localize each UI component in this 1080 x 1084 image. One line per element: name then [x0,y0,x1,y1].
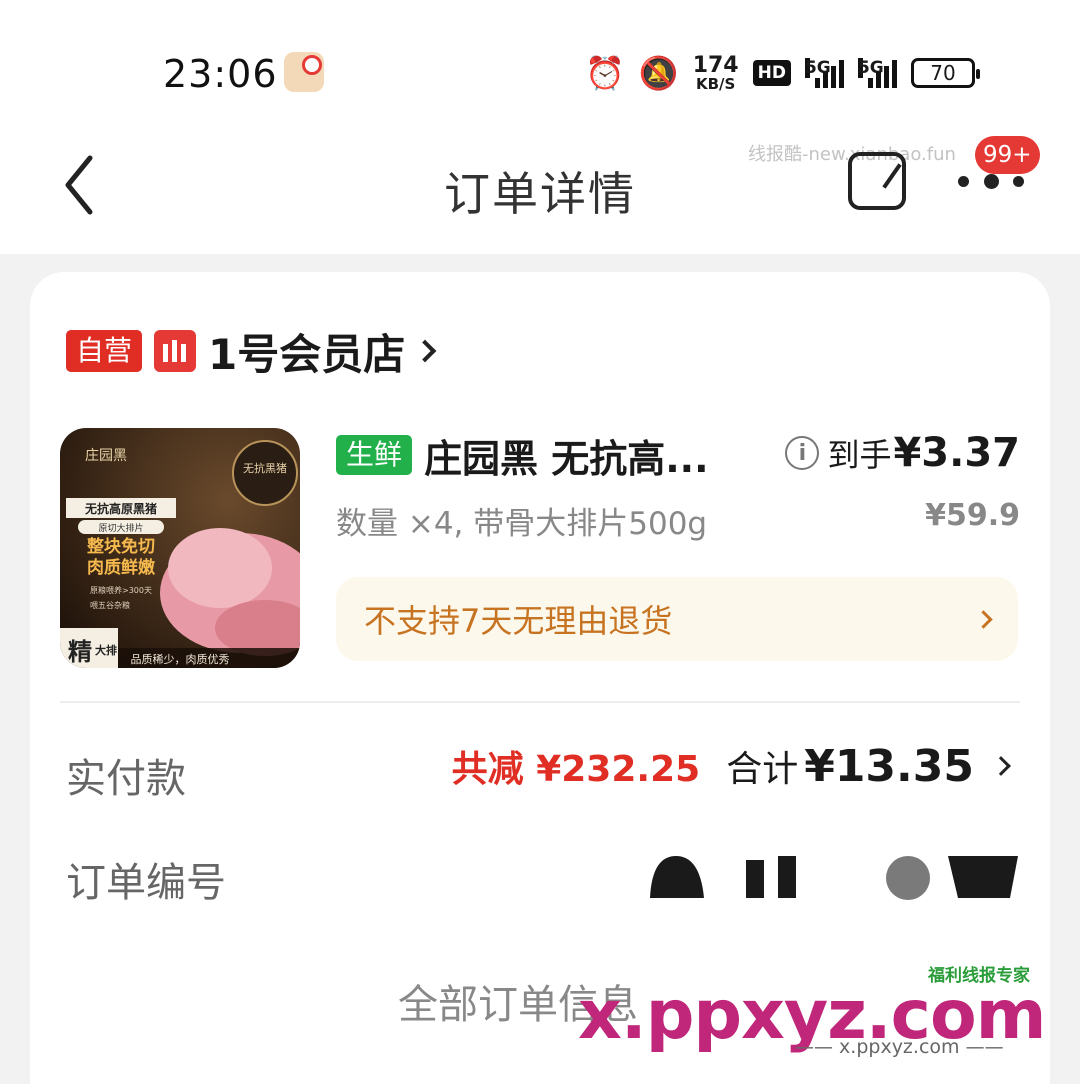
discount-amount: 共减 ¥232.25 [451,749,701,790]
total-amount: ¥13.35 [804,741,974,792]
payment-label: 实付款 [66,756,186,802]
return-policy-text: 不支持7天无理由退货 [364,602,673,640]
payment-summary[interactable]: 共减 ¥232.25 合计 ¥13.35 [451,740,1011,792]
total-label: 合计 [726,749,799,790]
order-card: 自营 1号会员店 无抗黑猪 庄园黑 无抗高原黑猪 原切大排片 整块免切 肉质鲜嫩… [30,272,1050,1084]
status-time: 23:06 [163,52,278,96]
redaction-shapes [650,856,1018,900]
image-line1: 无抗高原黑猪 [84,501,157,516]
final-price[interactable]: i 到手 ¥3.37 [785,428,1020,478]
image-corner-small: 大排 [95,643,117,657]
signal-icon: 5G [804,58,844,88]
final-price-label: 到手 [827,436,892,474]
network-speed-unit: KB/S [695,74,736,93]
hd-icon: HD [752,60,791,86]
image-brand: 庄园黑 [85,447,127,464]
header: 订单详情 线报酷-new.xianbao.fun 99+ [0,130,1080,254]
image-line4: 肉质鲜嫩 [87,557,156,578]
battery-level: 70 [930,61,956,85]
screen: 23:06 ⏰ 🔕 174 KB/S HD 5G 5G 70 订单详情 线报酷-… [0,0,1080,1084]
watermark-url: —— x.ppxyz.com —— [795,1036,1004,1058]
product-image-art: 无抗黑猪 庄园黑 无抗高原黑猪 原切大排片 整块免切 肉质鲜嫩 原粮喂养>300… [60,428,300,668]
product-title-row[interactable]: 生鲜 庄园黑 无抗高... [336,432,709,481]
chevron-right-icon [974,609,993,629]
network-speed: 174 KB/S [692,52,739,93]
network-speed-value: 174 [692,52,739,78]
store-logo-icon [154,330,197,372]
order-number-redacted [618,850,1018,902]
page-title: 订单详情 [444,167,636,221]
more-dot [983,173,999,189]
chevron-right-icon [991,756,1011,776]
image-line5: 原粮喂养>300天 [90,585,152,595]
status-icons: ⏰ 🔕 174 KB/S HD 5G 5G 70 [585,50,980,96]
image-corner-big: 精 [68,638,92,666]
return-policy-notice[interactable]: 不支持7天无理由退货 [336,577,1018,661]
info-icon[interactable]: i [785,436,820,470]
product-image[interactable]: 无抗黑猪 庄园黑 无抗高原黑猪 原切大排片 整块免切 肉质鲜嫩 原粮喂养>300… [60,428,300,668]
signal-icon: 5G [857,58,897,88]
image-footer: 品质稀少，肉质优秀 [131,653,230,666]
share-icon[interactable] [848,152,906,210]
product-title[interactable]: 庄园黑 无抗高... [424,428,709,483]
image-line2: 原切大排片 [98,522,143,534]
divider [60,701,1020,703]
notification-badge: 99+ [975,136,1040,174]
chevron-right-icon [413,339,437,363]
order-number-label: 订单编号 [66,860,226,906]
store-name[interactable]: 1号会员店 [208,321,405,382]
image-badge: 无抗黑猪 [243,461,287,475]
self-operated-tag: 自营 [66,330,143,372]
store-row[interactable]: 自营 1号会员店 [66,328,437,379]
sim1-label: 5G [804,58,831,78]
sim2-label: 5G [857,58,884,78]
mute-icon: 🔕 [638,54,679,92]
alarm-icon: ⏰ [585,54,625,92]
original-price: ¥59.9 [925,498,1020,533]
final-price-value: ¥3.37 [893,430,1020,476]
more-dot [958,175,969,187]
product-spec: 数量 ×4, 带骨大排片500g [336,506,708,542]
fresh-tag: 生鲜 [336,435,413,475]
image-line3: 整块免切 [87,536,155,557]
status-bar: 23:06 ⏰ 🔕 174 KB/S HD 5G 5G 70 [0,0,1080,130]
battery-icon: 70 [910,58,980,88]
app-notification-icon [284,52,324,92]
image-line6: 喂五谷杂粮 [90,600,130,610]
more-dot [1013,175,1024,187]
